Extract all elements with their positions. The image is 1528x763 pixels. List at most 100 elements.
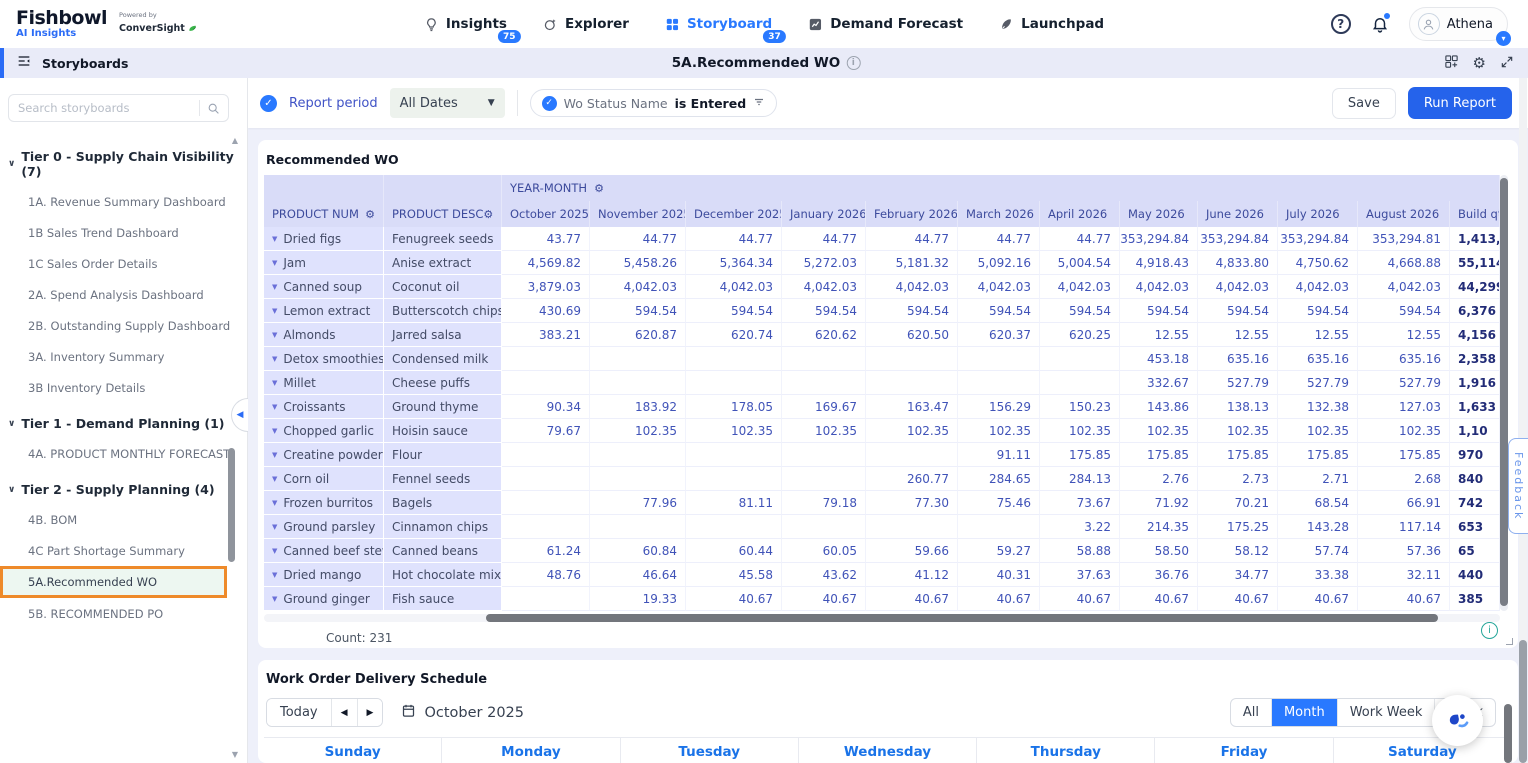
table-vertical-scrollbar-thumb[interactable] — [1500, 178, 1508, 606]
add-widget-icon[interactable] — [1444, 54, 1459, 73]
column-header-product-desc[interactable]: PRODUCT DESC⚙ — [384, 201, 502, 227]
product-num-cell[interactable]: ▼Ground parsley — [264, 515, 384, 539]
collapse-triangle-icon[interactable]: ▼ — [272, 259, 277, 267]
sidebar-item-5b-recommended-po[interactable]: 5B. RECOMMENDED PO — [0, 598, 247, 629]
sidebar-item-1a-revenue-summary-dashboard[interactable]: 1A. Revenue Summary Dashboard — [0, 186, 247, 217]
view-all[interactable]: All — [1231, 699, 1272, 726]
table-horizontal-scrollbar[interactable] — [264, 614, 1500, 622]
run-report-button[interactable]: Run Report — [1408, 87, 1512, 119]
collapse-triangle-icon[interactable]: ▼ — [272, 379, 277, 387]
tree-section-tier-0-supply-chain-visibility-7[interactable]: ∨Tier 0 - Supply Chain Visibility (7) — [0, 142, 247, 186]
sidebar-item-1c-sales-order-details[interactable]: 1C Sales Order Details — [0, 248, 247, 279]
sidebar-scroll-up-icon[interactable]: ▲ — [232, 136, 238, 145]
view-work-week[interactable]: Work Week — [1338, 699, 1436, 726]
value-cell: 77.30 — [866, 491, 958, 515]
collapse-triangle-icon[interactable]: ▼ — [272, 451, 277, 459]
help-icon[interactable]: ? — [1331, 14, 1351, 34]
collapse-triangle-icon[interactable]: ▼ — [272, 547, 277, 555]
storyboards-panel-icon[interactable] — [16, 53, 32, 73]
build-qty-cell: 440 — [1450, 563, 1500, 587]
sidebar-item-2a-spend-analysis-dashboard[interactable]: 2A. Spend Analysis Dashboard — [0, 279, 247, 310]
table-horizontal-scrollbar-thumb[interactable] — [486, 614, 1438, 622]
sidebar-scroll-down-icon[interactable]: ▼ — [232, 750, 238, 759]
report-period-select[interactable]: All Dates ▼ — [390, 88, 505, 118]
page-scrollbar-thumb[interactable] — [1519, 640, 1527, 763]
collapse-triangle-icon[interactable]: ▼ — [272, 571, 277, 579]
view-month[interactable]: Month — [1272, 699, 1338, 726]
chat-assistant-button[interactable] — [1432, 695, 1483, 746]
calendar-scrollbar[interactable] — [1504, 704, 1512, 763]
product-num-cell[interactable]: ▼Corn oil — [264, 467, 384, 491]
settings-gear-icon[interactable]: ⚙ — [1473, 54, 1486, 72]
column-settings-gear-icon[interactable]: ⚙ — [483, 208, 493, 221]
storyboard-search[interactable] — [8, 94, 229, 122]
table-vertical-scrollbar[interactable] — [1500, 175, 1508, 611]
sidebar-scrollbar[interactable] — [228, 448, 235, 562]
card-info-icon[interactable]: i — [1481, 622, 1498, 639]
next-month-icon[interactable]: ▶ — [358, 699, 383, 726]
product-num-cell[interactable]: ▼Canned soup — [264, 275, 384, 299]
collapse-triangle-icon[interactable]: ▼ — [272, 523, 277, 531]
collapse-triangle-icon[interactable]: ▼ — [272, 595, 277, 603]
sidebar-item-2b-outstanding-supply-dashboard[interactable]: 2B. Outstanding Supply Dashboard — [0, 310, 247, 341]
product-num-cell[interactable]: ▼Detox smoothies — [264, 347, 384, 371]
collapse-triangle-icon[interactable]: ▼ — [272, 355, 277, 363]
save-button[interactable]: Save — [1332, 88, 1396, 119]
resize-handle[interactable] — [1506, 638, 1513, 645]
sidebar-item-4a-product-monthly-forecast[interactable]: 4A. PRODUCT MONTHLY FORECAST — [0, 438, 247, 469]
product-num-cell[interactable]: ▼Jam — [264, 251, 384, 275]
sidebar-item-4c-part-shortage-summary[interactable]: 4C Part Shortage Summary — [0, 535, 247, 566]
value-cell: 46.64 — [590, 563, 686, 587]
value-cell: 175.85 — [1120, 443, 1198, 467]
product-num-cell[interactable]: ▼Dried figs — [264, 227, 384, 251]
product-num-cell[interactable]: ▼Canned beef stew — [264, 539, 384, 563]
collapse-triangle-icon[interactable]: ▼ — [272, 499, 277, 507]
collapse-triangle-icon[interactable]: ▼ — [272, 427, 277, 435]
tree-section-tier-2-supply-planning-4[interactable]: ∨Tier 2 - Supply Planning (4) — [0, 475, 247, 504]
column-settings-gear-icon[interactable]: ⚙ — [594, 182, 604, 195]
product-num-cell[interactable]: ▼Almonds — [264, 323, 384, 347]
user-menu[interactable]: Athena ▾ — [1409, 7, 1508, 41]
product-num-cell[interactable]: ▼Chopped garlic — [264, 419, 384, 443]
tree-section-tier-1-demand-planning-1[interactable]: ∨Tier 1 - Demand Planning (1) — [0, 409, 247, 438]
today-button[interactable]: Today — [267, 699, 332, 726]
title-info-icon[interactable]: i — [846, 56, 860, 70]
product-num-cell[interactable]: ▼Dried mango — [264, 563, 384, 587]
collapse-triangle-icon[interactable]: ▼ — [272, 475, 277, 483]
product-num-cell[interactable]: ▼Croissants — [264, 395, 384, 419]
sidebar-item-1b-sales-trend-dashboard[interactable]: 1B Sales Trend Dashboard — [0, 217, 247, 248]
search-input[interactable] — [18, 101, 192, 115]
nav-item-insights[interactable]: Insights75 — [424, 16, 507, 32]
column-header-product-num[interactable]: PRODUCT NUM⚙ — [264, 201, 384, 227]
value-cell: 57.36 — [1358, 539, 1450, 563]
product-num-cell[interactable]: ▼Lemon extract — [264, 299, 384, 323]
status-filter-chip[interactable]: ✓ Wo Status Name is Entered — [530, 89, 778, 117]
nav-item-storyboard[interactable]: Storyboard37 — [665, 16, 772, 32]
report-period-checkbox[interactable]: ✓ — [260, 95, 277, 112]
product-num-cell[interactable]: ▼Creatine powder — [264, 443, 384, 467]
product-num-cell[interactable]: ▼Frozen burritos — [264, 491, 384, 515]
collapse-triangle-icon[interactable]: ▼ — [272, 307, 277, 315]
product-num-cell[interactable]: ▼Ground ginger — [264, 587, 384, 611]
nav-item-explorer[interactable]: Explorer — [543, 16, 629, 32]
notifications-bell-icon[interactable] — [1371, 15, 1389, 33]
prev-month-icon[interactable]: ◀ — [332, 699, 358, 726]
nav-item-launchpad[interactable]: Launchpad — [999, 16, 1104, 32]
value-cell: 284.65 — [958, 467, 1040, 491]
collapse-triangle-icon[interactable]: ▼ — [272, 403, 277, 411]
collapse-triangle-icon[interactable]: ▼ — [272, 331, 277, 339]
nav-item-demand-forecast[interactable]: Demand Forecast — [808, 16, 963, 32]
status-filter-checkbox[interactable]: ✓ — [542, 96, 557, 111]
feedback-tab[interactable]: Feedback — [1508, 438, 1528, 534]
sidebar-item-3a-inventory-summary[interactable]: 3A. Inventory Summary — [0, 341, 247, 372]
collapse-triangle-icon[interactable]: ▼ — [272, 235, 277, 243]
column-settings-gear-icon[interactable]: ⚙ — [365, 208, 375, 221]
collapse-triangle-icon[interactable]: ▼ — [272, 283, 277, 291]
product-num-cell[interactable]: ▼Millet — [264, 371, 384, 395]
sidebar-item-5a-recommended-wo[interactable]: 5A.Recommended WO — [0, 566, 227, 598]
sidebar-item-3b-inventory-details[interactable]: 3B Inventory Details — [0, 372, 247, 403]
search-icon[interactable] — [207, 102, 228, 115]
column-header-label: November 2025 — [598, 207, 686, 221]
sidebar-item-4b-bom[interactable]: 4B. BOM — [0, 504, 247, 535]
expand-icon[interactable] — [1500, 54, 1514, 73]
